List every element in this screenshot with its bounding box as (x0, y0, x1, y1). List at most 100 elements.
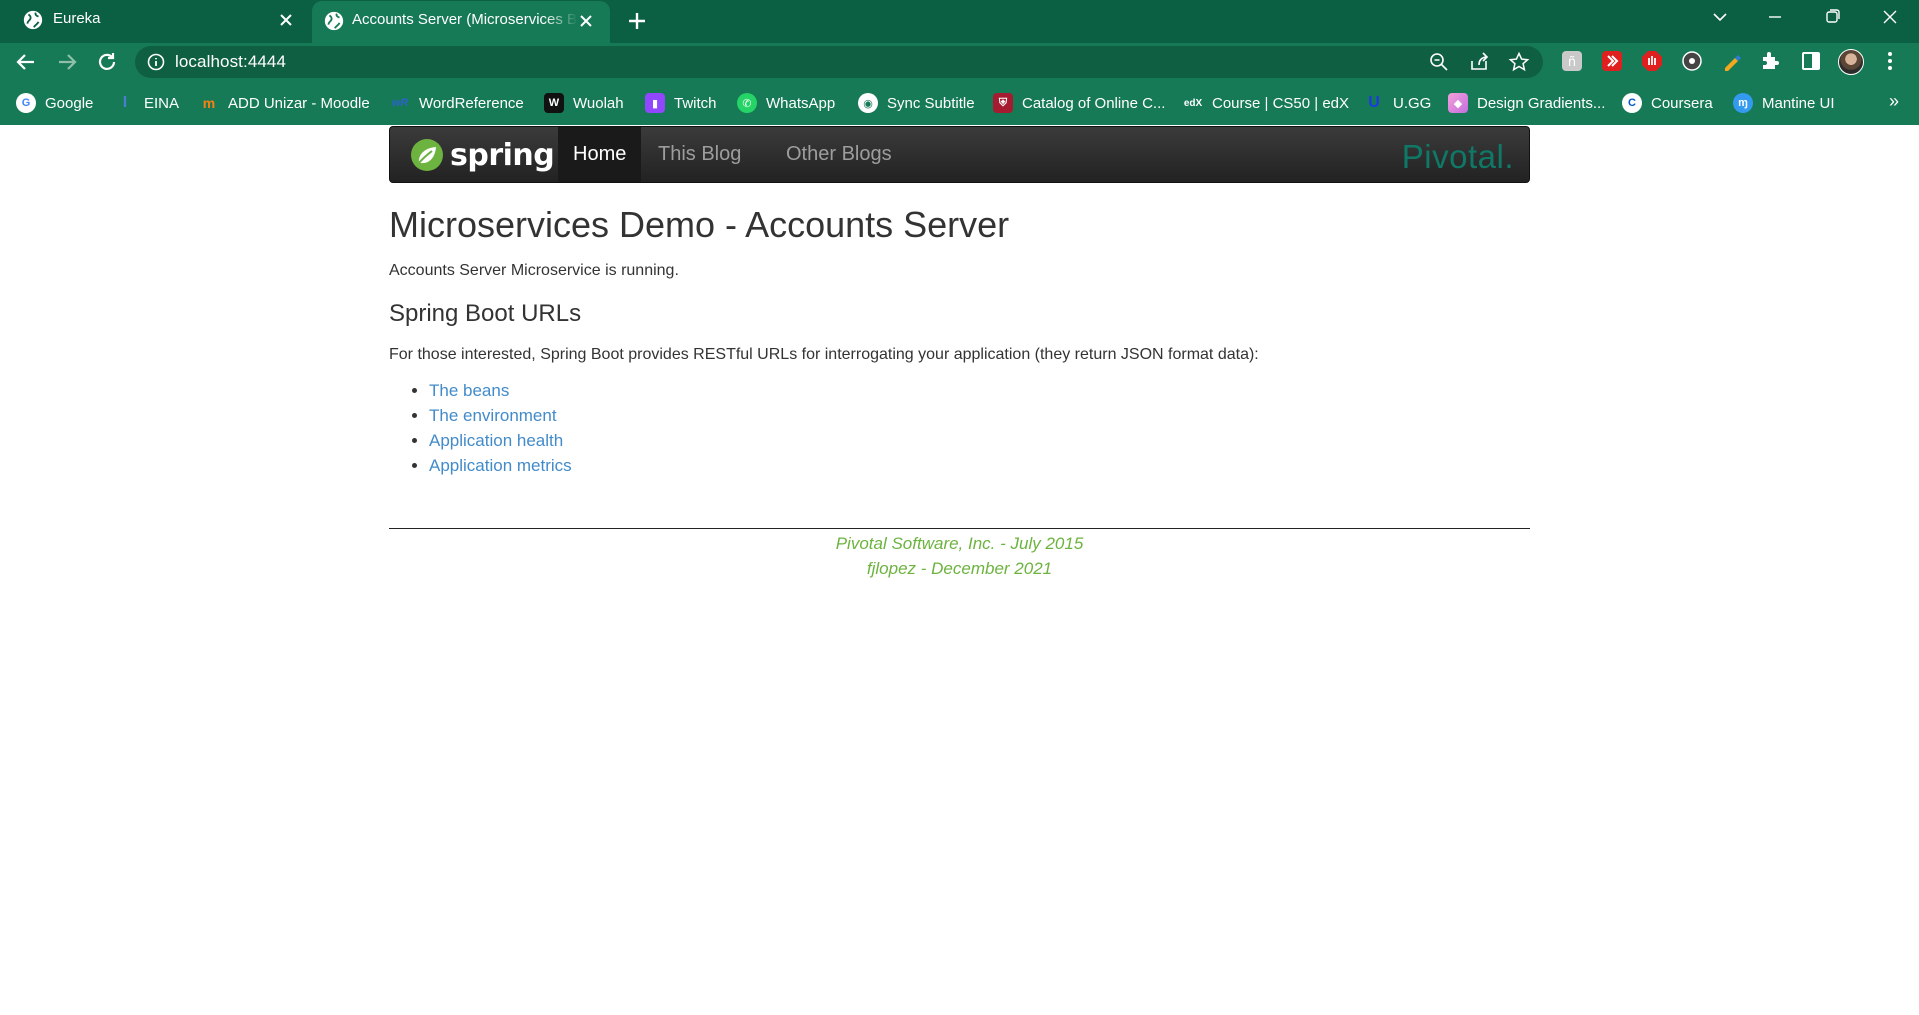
globe-icon (324, 11, 344, 31)
bookmark-label: Google (45, 94, 94, 112)
mantine-icon: ɱ (1733, 93, 1753, 113)
bookmark-label: Twitch (674, 94, 717, 112)
bookmarks-overflow-button[interactable]: » (1889, 91, 1899, 112)
tab-title: Eureka (53, 10, 101, 27)
forward-icon[interactable] (52, 47, 82, 77)
pivotal-logo[interactable]: Pivotal. (1402, 138, 1514, 176)
tab-title: Accounts Server (Microservices Blog) (352, 11, 578, 28)
bookmark-label: Catalog of Online C... (1022, 94, 1166, 112)
back-icon[interactable] (11, 47, 41, 77)
ugg-icon: U (1368, 94, 1380, 111)
tab-accounts-server[interactable]: Accounts Server (Microservices Blog) (312, 1, 610, 43)
list-item: The environment (429, 403, 1530, 428)
gradients-icon: ◆ (1448, 93, 1468, 113)
close-window-icon[interactable] (1870, 2, 1910, 32)
bookmark-wuolah[interactable]: W Wuolah (544, 92, 624, 114)
footer-line: fjlopez - December 2021 (866, 559, 1053, 578)
page-container: spring Home This Blog Other Blogs Pivota… (389, 126, 1530, 581)
bookmark-moodle[interactable]: m ADD Unizar - Moodle (199, 92, 370, 114)
wuolah-icon: W (544, 93, 564, 113)
list-item: Application health (429, 428, 1530, 453)
bookmark-sync-subtitle[interactable]: ◉ Sync Subtitle (858, 92, 975, 114)
side-panel-icon[interactable] (1799, 49, 1823, 73)
close-icon[interactable] (574, 9, 598, 33)
spring-leaf-icon (411, 139, 443, 171)
link-environment[interactable]: The environment (429, 406, 557, 425)
bookmark-twitch[interactable]: ▮ Twitch (645, 92, 717, 114)
bookmarks-bar: G Google Ι EINA m ADD Unizar - Moodle wR Wor… (0, 81, 1919, 125)
bookmark-label: Design Gradients... (1477, 94, 1606, 112)
globe-icon: ◉ (858, 93, 878, 113)
list-item: The beans (429, 378, 1530, 403)
adblock-icon[interactable] (1640, 49, 1664, 73)
extension-icon[interactable]: ñ (1560, 49, 1584, 73)
boot-url-list: The beans The environment Application he… (389, 378, 1530, 478)
edx-icon: edX (1183, 97, 1203, 109)
bookmark-label: EINA (144, 94, 180, 112)
bookmark-wordreference[interactable]: wR WordReference (390, 92, 524, 114)
moodle-icon: m (202, 95, 216, 111)
info-icon[interactable] (146, 52, 166, 72)
page-title: Microservices Demo - Accounts Server (389, 204, 1010, 245)
link-metrics[interactable]: Application metrics (429, 456, 572, 475)
new-tab-icon[interactable] (622, 6, 652, 36)
nav-other-blogs[interactable]: Other Blogs (771, 127, 907, 182)
brand-text: spring (450, 137, 555, 173)
bookmark-label: ADD Unizar - Moodle (228, 94, 370, 112)
spring-logo[interactable]: spring (410, 135, 555, 175)
address-bar[interactable]: localhost:4444 (135, 46, 1543, 78)
bookmark-label: Course | CS50 | edX (1212, 94, 1350, 112)
harvard-icon: ⛨ (993, 93, 1013, 113)
browser-titlebar: Eureka Accounts Server (Microservices Bl… (0, 0, 1919, 43)
extensions-puzzle-icon[interactable] (1759, 49, 1783, 73)
zoom-icon[interactable] (1428, 51, 1450, 73)
google-icon: G (16, 93, 36, 113)
extension-icon[interactable] (1600, 49, 1624, 73)
bookmark-label: Coursera (1651, 94, 1713, 112)
share-icon[interactable] (1468, 51, 1490, 73)
bookmark-whatsapp[interactable]: ✆ WhatsApp (737, 92, 835, 114)
bookmark-mantine[interactable]: ɱ Mantine UI (1733, 92, 1835, 114)
star-icon[interactable] (1508, 51, 1530, 73)
extension-icon[interactable] (1680, 49, 1704, 73)
eina-icon: Ι (122, 94, 128, 111)
tab-eureka[interactable]: Eureka (0, 0, 310, 43)
site-navbar: spring Home This Blog Other Blogs Pivota… (389, 126, 1530, 183)
footer-divider (389, 528, 1530, 529)
color-picker-icon[interactable] (1720, 49, 1744, 73)
link-beans[interactable]: The beans (429, 381, 509, 400)
bookmark-label: WhatsApp (766, 94, 836, 112)
bookmark-design-gradients[interactable]: ◆ Design Gradients... (1448, 92, 1605, 114)
bookmark-harvard-catalog[interactable]: ⛨ Catalog of Online C... (993, 92, 1165, 114)
footer-line: Pivotal Software, Inc. - July 2015 (835, 534, 1084, 553)
section-heading: Spring Boot URLs (389, 300, 582, 327)
page-footer: Pivotal Software, Inc. - July 2015 fjlop… (389, 531, 1530, 581)
menu-kebab-icon[interactable] (1878, 49, 1902, 73)
bookmark-ugg[interactable]: U U.GG (1364, 92, 1431, 114)
bookmark-google[interactable]: G Google (16, 92, 93, 114)
close-icon[interactable] (274, 8, 298, 32)
status-text: Accounts Server Microservice is running. (389, 262, 679, 279)
browser-toolbar: localhost:4444 ñ (0, 43, 1919, 81)
nav-this-blog[interactable]: This Blog (643, 127, 756, 182)
coursera-icon: C (1622, 93, 1642, 113)
bookmark-eina[interactable]: Ι EINA (115, 92, 179, 114)
bookmark-edx[interactable]: edX Course | CS50 | edX (1183, 92, 1349, 114)
nav-home[interactable]: Home (558, 127, 642, 182)
bookmark-label: Wuolah (573, 94, 624, 112)
restore-icon[interactable] (1812, 2, 1852, 32)
tab-search-icon[interactable] (1700, 2, 1740, 32)
profile-avatar[interactable] (1838, 49, 1864, 75)
reload-icon[interactable] (92, 47, 122, 77)
url-text[interactable]: localhost:4444 (175, 52, 286, 72)
bookmark-label: U.GG (1393, 94, 1432, 112)
wordreference-icon: wR (391, 97, 409, 109)
minimize-icon[interactable] (1755, 2, 1795, 32)
intro-text: For those interested, Spring Boot provid… (389, 346, 1259, 363)
twitch-icon: ▮ (645, 93, 665, 113)
link-health[interactable]: Application health (429, 431, 563, 450)
bookmark-coursera[interactable]: C Coursera (1622, 92, 1713, 114)
bookmark-label: WordReference (419, 94, 524, 112)
svg-text:ñ: ñ (1568, 55, 1576, 70)
globe-icon (23, 10, 43, 30)
